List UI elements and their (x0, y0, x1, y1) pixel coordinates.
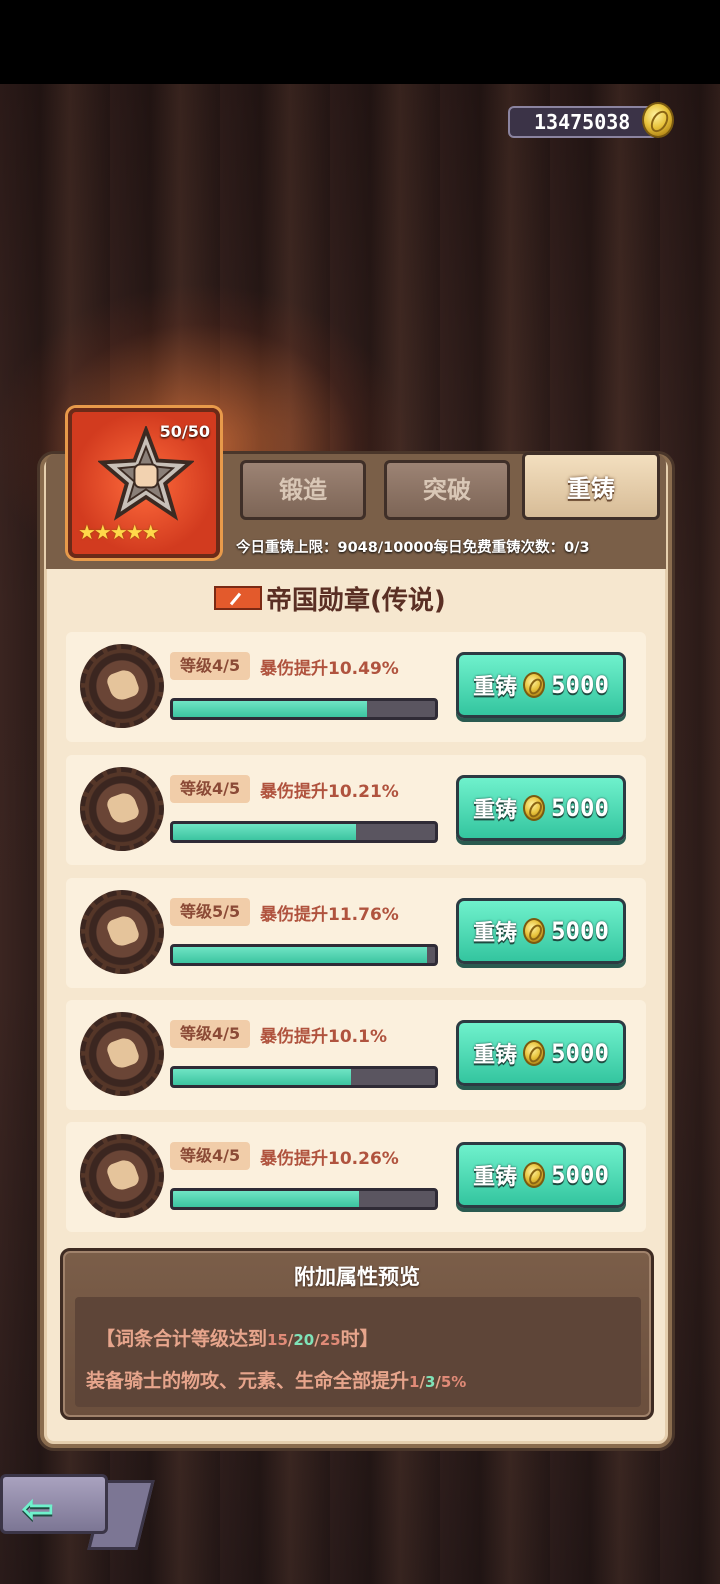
equipment-stars: ★★★★★ (78, 520, 160, 544)
gold-counter: 13475038 (508, 106, 658, 138)
condition-value-3: 25 (319, 1331, 341, 1349)
reforge-button-label: 重铸 (473, 921, 518, 946)
preview-effect: 装备骑士的物攻、元素、生命全部提升1/3/5% (86, 1366, 466, 1393)
effect-value-2: 3 (424, 1373, 436, 1391)
gear-fist-icon (80, 1134, 164, 1218)
item-type-icon (214, 586, 262, 610)
condition-suffix: 时】 (340, 1328, 379, 1350)
reforge-button[interactable]: 重铸 5000 (456, 1020, 626, 1086)
reforge-button-label: 重铸 (473, 675, 518, 700)
reforge-button-label: 重铸 (473, 798, 518, 823)
preview-title: 附加属性预览 (294, 1265, 420, 1289)
affix-progress-bar (170, 821, 438, 843)
preview-condition: 【词条合计等级达到15/20/25时】 (96, 1324, 379, 1351)
gold-coin-icon (523, 672, 546, 698)
affix-row: 等级4/5 暴伤提升10.1% 重铸 5000 (66, 1000, 646, 1110)
condition-value-1: 15 (267, 1331, 288, 1349)
reforge-cost: 5000 (551, 1039, 609, 1067)
affix-stat: 暴伤提升10.1% (260, 1027, 387, 1047)
effect-value-3: 5% (440, 1373, 467, 1391)
affix-progress-bar (170, 944, 438, 966)
reforge-button-label: 重铸 (473, 1043, 518, 1068)
reforge-button[interactable]: 重铸 5000 (456, 775, 626, 841)
back-button[interactable]: ⇦ (0, 1470, 155, 1550)
affix-stat: 暴伤提升10.49% (260, 659, 399, 679)
affix-level: 等级4/5 (170, 1020, 251, 1048)
reforge-limit-text: 今日重铸上限：9048/10000每日免费重铸次数：0/3 (236, 540, 590, 556)
condition-prefix: 【词条合计等级达到 (96, 1328, 268, 1350)
reforge-cost: 5000 (551, 917, 609, 945)
affix-progress-fill (173, 947, 428, 963)
affix-stat: 暴伤提升10.26% (260, 1149, 399, 1169)
affix-row: 等级4/5 暴伤提升10.26% 重铸 5000 (66, 1122, 646, 1232)
reforge-cost: 5000 (551, 671, 609, 699)
tab-forge[interactable]: 锻造 (240, 460, 366, 520)
affix-level: 等级5/5 (170, 898, 251, 926)
gold-coin-icon (523, 1040, 546, 1066)
reforge-button-label: 重铸 (473, 1165, 518, 1190)
affix-row: 等级4/5 暴伤提升10.49% 重铸 5000 (66, 632, 646, 742)
affix-progress-fill (173, 701, 367, 717)
affix-progress-bar (170, 698, 438, 720)
gold-coin-icon (642, 102, 674, 138)
affix-stat: 暴伤提升11.76% (260, 905, 399, 925)
gear-fist-icon (80, 644, 164, 728)
back-arrow-icon: ⇦ (21, 1486, 55, 1532)
effect-value-1: 1 (409, 1373, 420, 1391)
gold-coin-icon (523, 795, 546, 821)
back-box: ⇦ (0, 1474, 108, 1534)
affix-level: 等级4/5 (170, 775, 251, 803)
tab-reforge-label: 重铸 (567, 475, 615, 503)
affix-progress-bar (170, 1188, 438, 1210)
effect-prefix: 装备骑士的物攻、元素、生命全部提升 (86, 1370, 410, 1392)
tab-forge-label: 锻造 (279, 476, 327, 504)
affix-stat: 暴伤提升10.21% (260, 782, 399, 802)
gold-coin-icon (523, 918, 546, 944)
affix-progress-fill (173, 1069, 352, 1085)
affix-row: 等级5/5 暴伤提升11.76% 重铸 5000 (66, 878, 646, 988)
affix-progress-fill (173, 1191, 360, 1207)
affix-progress-fill (173, 824, 357, 840)
reforge-cost: 5000 (551, 1161, 609, 1189)
reforge-cost: 5000 (551, 794, 609, 822)
equipment-slot[interactable]: 50/50 ★★★★★ (68, 408, 220, 558)
tab-breakthrough[interactable]: 突破 (384, 460, 510, 520)
item-title-text: 帝国勋章(传说) (266, 585, 446, 616)
reforge-button[interactable]: 重铸 5000 (456, 1142, 626, 1208)
tab-breakthrough-label: 突破 (423, 476, 471, 504)
reforge-button[interactable]: 重铸 5000 (456, 652, 626, 718)
gold-coin-icon (523, 1162, 546, 1188)
affix-progress-bar (170, 1066, 438, 1088)
affix-level: 等级4/5 (170, 652, 251, 680)
tab-reforge[interactable]: 重铸 (522, 452, 660, 520)
affix-row: 等级4/5 暴伤提升10.21% 重铸 5000 (66, 755, 646, 865)
gear-fist-icon (80, 1012, 164, 1096)
condition-value-2: 20 (293, 1331, 315, 1349)
item-title: 帝国勋章(传说) (214, 578, 446, 618)
gear-fist-icon (80, 890, 164, 974)
reforge-button[interactable]: 重铸 5000 (456, 898, 626, 964)
gear-fist-icon (80, 767, 164, 851)
fist-medal-icon (98, 426, 194, 521)
gold-amount: 13475038 (534, 110, 631, 134)
affix-level: 等级4/5 (170, 1142, 251, 1170)
